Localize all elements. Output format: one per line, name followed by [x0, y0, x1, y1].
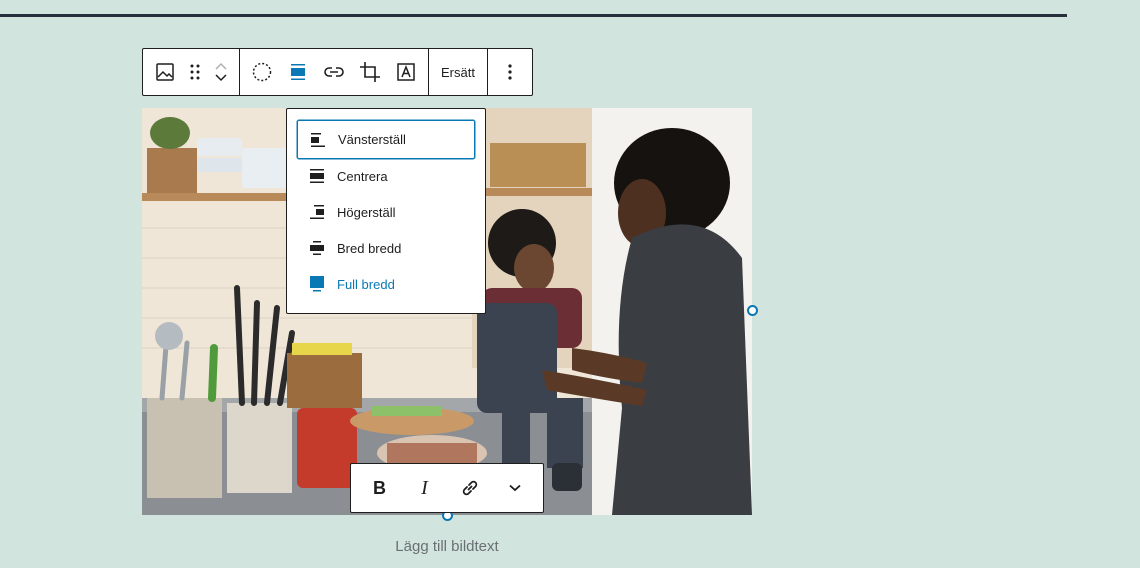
image-icon[interactable] — [147, 49, 183, 95]
replace-button[interactable]: Ersätt — [433, 49, 483, 95]
align-wide-icon — [307, 238, 327, 258]
block-toolbar-group-parent — [143, 49, 240, 95]
block-movers — [207, 49, 235, 95]
link-icon — [462, 480, 477, 496]
alignment-dropdown: Vänsterställ Centrera Högerställ Bred br… — [286, 108, 486, 314]
more-vertical-icon[interactable] — [492, 49, 528, 95]
caption-placeholder[interactable]: Lägg till bildtext — [142, 538, 752, 555]
top-separator — [0, 14, 1067, 17]
crop-icon[interactable] — [352, 49, 388, 95]
align-option-label: Full bredd — [337, 276, 395, 292]
link-button[interactable] — [450, 466, 490, 510]
align-option-left[interactable]: Vänsterställ — [297, 120, 475, 159]
align-option-wide[interactable]: Bred bredd — [297, 230, 475, 266]
align-option-label: Centrera — [337, 168, 388, 184]
italic-button[interactable]: I — [405, 466, 445, 510]
chevron-down-icon — [508, 484, 521, 492]
block-toolbar-group-tools — [240, 49, 429, 95]
chevron-up-icon[interactable] — [214, 62, 228, 70]
block-toolbar: Ersätt — [142, 48, 533, 96]
block-toolbar-group-more — [488, 49, 532, 95]
italic-icon: I — [421, 476, 428, 499]
text-over-image-icon[interactable] — [388, 49, 424, 95]
bold-button[interactable]: B — [360, 466, 400, 510]
align-option-label: Högerställ — [337, 204, 396, 220]
chevron-down-icon[interactable] — [214, 74, 228, 82]
align-option-label: Vänsterställ — [338, 132, 406, 147]
align-full-icon[interactable] — [280, 49, 316, 95]
link-icon[interactable] — [316, 49, 352, 95]
align-center-icon — [307, 166, 327, 186]
block-toolbar-group-replace: Ersätt — [429, 49, 488, 95]
align-right-icon — [307, 202, 327, 222]
align-left-icon — [308, 130, 328, 150]
drag-handle-icon[interactable] — [183, 49, 207, 95]
resize-handle-right[interactable] — [747, 305, 758, 316]
align-option-center[interactable]: Centrera — [297, 158, 475, 194]
align-option-label: Bred bredd — [337, 240, 402, 256]
align-full-icon — [307, 274, 327, 294]
duotone-icon[interactable] — [244, 49, 280, 95]
more-formats-button[interactable] — [495, 466, 535, 510]
align-option-full[interactable]: Full bredd — [297, 266, 475, 302]
bold-icon: B — [373, 477, 386, 498]
caption-format-toolbar: B I — [350, 463, 544, 513]
align-option-right[interactable]: Högerställ — [297, 194, 475, 230]
